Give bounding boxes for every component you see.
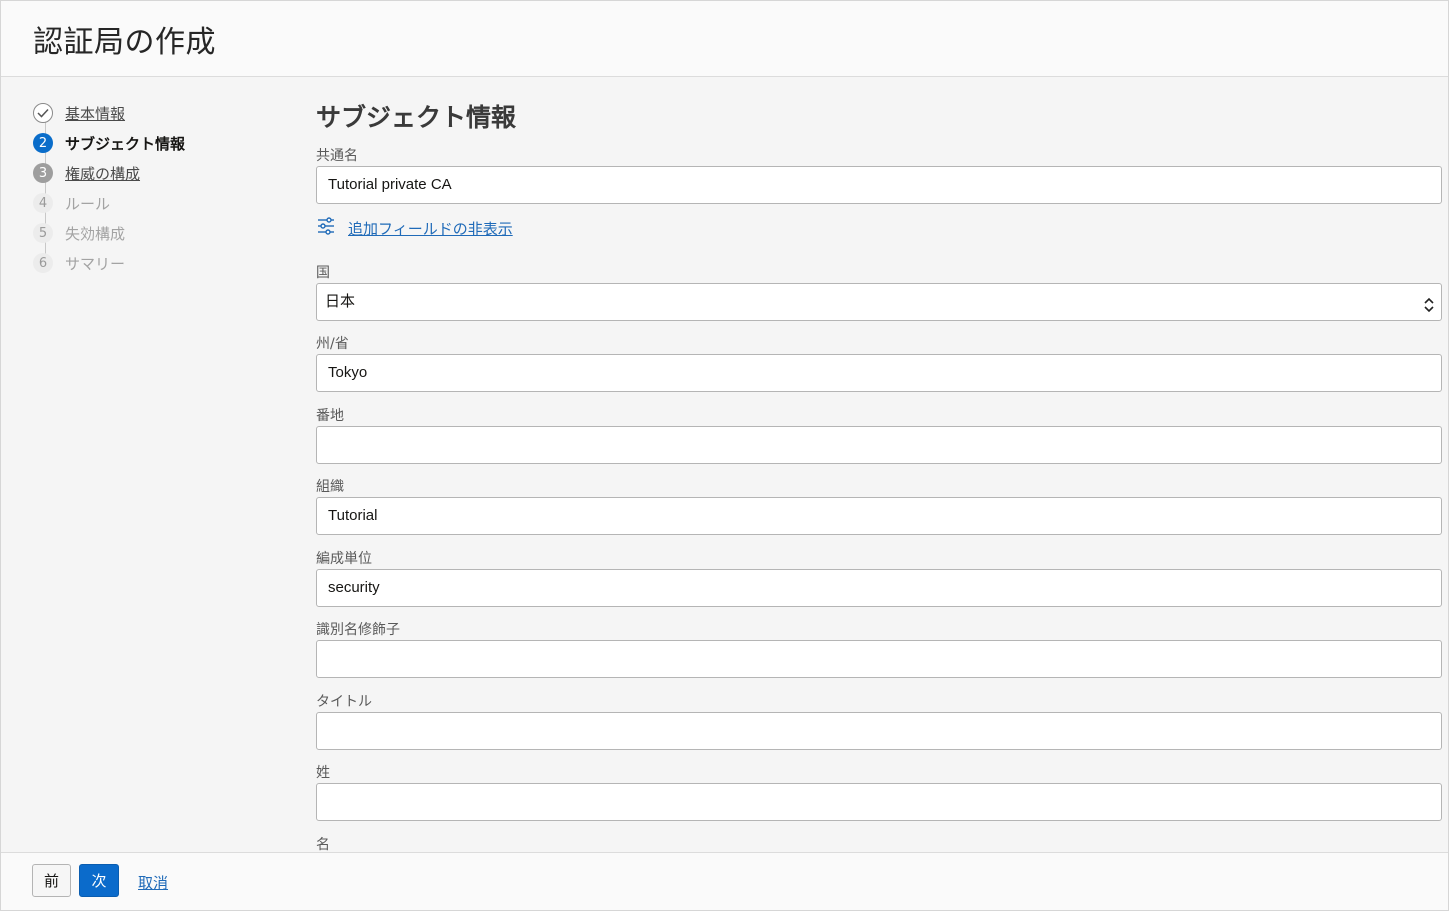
street-label: 番地 bbox=[316, 408, 344, 424]
step-number: 6 bbox=[33, 253, 53, 273]
step-label: サマリー bbox=[65, 254, 126, 273]
common-name-input[interactable]: Tutorial private CA bbox=[316, 166, 1442, 204]
sliders-icon bbox=[316, 216, 336, 240]
next-button[interactable]: 次 bbox=[79, 864, 119, 897]
step-number: 3 bbox=[33, 163, 53, 183]
organization-label: 組織 bbox=[316, 479, 344, 495]
surname-input[interactable] bbox=[316, 783, 1442, 821]
cancel-link[interactable]: 取消 bbox=[138, 872, 168, 893]
step-number: 2 bbox=[33, 133, 53, 153]
step-number: 4 bbox=[33, 193, 53, 213]
dn-qualifier-label: 識別名修飾子 bbox=[316, 622, 400, 638]
given-name-label: 名 bbox=[316, 837, 330, 853]
step-label: サブジェクト情報 bbox=[65, 134, 186, 153]
country-value: 日本 bbox=[325, 293, 356, 310]
step-summary: 6 サマリー bbox=[33, 248, 293, 278]
state-input[interactable]: Tokyo bbox=[316, 354, 1442, 392]
step-basic-info[interactable]: 基本情報 bbox=[33, 98, 293, 128]
country-label: 国 bbox=[316, 265, 330, 281]
title-input[interactable] bbox=[316, 712, 1442, 750]
step-authority-config[interactable]: 3 権威の構成 bbox=[33, 158, 293, 188]
country-select[interactable]: 日本 bbox=[316, 283, 1442, 321]
step-label: 権威の構成 bbox=[65, 164, 141, 183]
step-revocation-config: 5 失効構成 bbox=[33, 218, 293, 248]
toggle-link-label: 追加フィールドの非表示 bbox=[348, 219, 513, 238]
wizard-steps: 基本情報 2 サブジェクト情報 3 権威の構成 4 ルール 5 失効構成 6 サ… bbox=[33, 98, 293, 278]
org-unit-input[interactable]: security bbox=[316, 569, 1442, 607]
street-input[interactable] bbox=[316, 426, 1442, 464]
step-number: 5 bbox=[33, 223, 53, 243]
step-label: ルール bbox=[65, 194, 111, 213]
step-rules: 4 ルール bbox=[33, 188, 293, 218]
footer-bar: 前 次 取消 bbox=[1, 852, 1448, 910]
common-name-label: 共通名 bbox=[316, 148, 358, 164]
step-label: 失効構成 bbox=[65, 224, 126, 243]
organization-input[interactable]: Tutorial bbox=[316, 497, 1442, 535]
org-unit-label: 編成単位 bbox=[316, 551, 372, 567]
page-header: 認証局の作成 bbox=[1, 1, 1448, 77]
hide-additional-fields-link[interactable]: 追加フィールドの非表示 bbox=[316, 216, 513, 240]
state-label: 州/省 bbox=[316, 336, 349, 352]
section-title: サブジェクト情報 bbox=[316, 103, 517, 132]
step-label: 基本情報 bbox=[65, 104, 126, 123]
dn-qualifier-input[interactable] bbox=[316, 640, 1442, 678]
checkmark-icon bbox=[33, 103, 53, 123]
step-subject-info[interactable]: 2 サブジェクト情報 bbox=[33, 128, 293, 158]
page-title: 認証局の作成 bbox=[33, 25, 216, 60]
surname-label: 姓 bbox=[316, 765, 330, 781]
select-chevron-icon bbox=[1423, 293, 1435, 313]
title-label: タイトル bbox=[316, 694, 372, 710]
previous-button[interactable]: 前 bbox=[32, 864, 71, 897]
